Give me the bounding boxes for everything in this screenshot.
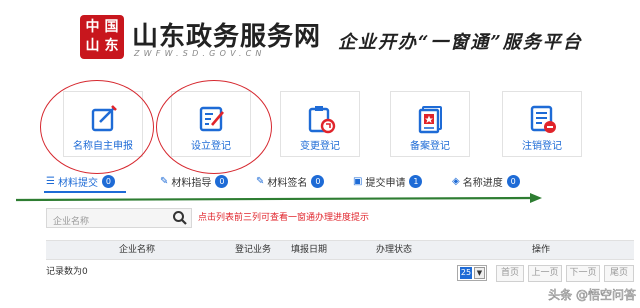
- tab-label: 材料签名: [267, 177, 308, 189]
- column-header: 填报日期: [290, 245, 327, 255]
- record-count: 记录数为0: [46, 267, 88, 277]
- watermark-text: 头条 @悟空问答: [548, 287, 636, 302]
- cancel-registration-icon: [530, 105, 556, 133]
- seal-char: 中: [85, 19, 100, 35]
- count-badge: 0: [101, 174, 115, 188]
- column-header: 企业名称: [118, 245, 155, 255]
- first-page-button[interactable]: 首页: [496, 265, 524, 282]
- search-icon[interactable]: [172, 210, 188, 226]
- card-filing-registration[interactable]: 备案登记: [390, 91, 470, 157]
- tab-label: 名称进度: [462, 177, 503, 189]
- count-badge: 0: [311, 174, 325, 188]
- search-input[interactable]: [47, 213, 175, 231]
- card-cancel-registration[interactable]: 注销登记: [502, 91, 582, 157]
- site-url: ZWFW.SD.GOV.CN: [134, 49, 266, 58]
- seal-char: 东: [104, 38, 119, 54]
- tag-icon: ◈: [452, 175, 460, 187]
- tab-material-submit[interactable]: ☰ 材料提交 0: [46, 173, 115, 189]
- establish-registration-icon: [199, 106, 224, 132]
- search-hint: 点击列表前三列可查看一窗通办理进度提示: [198, 213, 370, 223]
- page-size-select[interactable]: 25 ▼: [457, 265, 487, 281]
- last-page-button[interactable]: 尾页: [604, 265, 634, 282]
- annotation-arrow: [16, 193, 542, 203]
- chevron-down-icon: ▼: [474, 267, 485, 279]
- tab-material-sign[interactable]: ✎ 材料签名 0: [256, 173, 325, 189]
- prev-page-button[interactable]: 上一页: [528, 265, 562, 282]
- tab-name-progress[interactable]: ◈ 名称进度 0: [452, 173, 520, 189]
- seal-char: 国: [104, 19, 119, 35]
- card-label: 备案登记: [410, 141, 450, 152]
- card-name-report[interactable]: 名称自主申报: [63, 91, 143, 157]
- change-registration-icon: [308, 106, 336, 134]
- tab-label: 材料提交: [57, 177, 98, 189]
- platform-slogan: 企业开办“一窗通”服务平台: [338, 32, 583, 53]
- name-report-icon: [91, 105, 117, 132]
- column-header: 办理状态: [375, 245, 412, 255]
- tab-label: 提交申请: [365, 177, 406, 189]
- next-page-button[interactable]: 下一页: [566, 265, 600, 282]
- filing-registration-icon: [418, 106, 442, 134]
- edit-icon: ✎: [160, 175, 169, 187]
- card-label: 名称自主申报: [73, 141, 133, 152]
- site-name[interactable]: 山东政务服务网: [132, 16, 321, 53]
- count-badge: 0: [215, 174, 229, 188]
- count-badge: 1: [409, 174, 423, 188]
- column-header: 操作: [531, 245, 550, 255]
- card-label: 注销登记: [522, 141, 562, 152]
- list-icon: ☰: [46, 175, 55, 187]
- count-badge: 0: [506, 174, 520, 188]
- seal-char: 山: [85, 38, 100, 54]
- sign-icon: ✎: [256, 175, 265, 187]
- briefcase-icon: ▣: [353, 175, 363, 187]
- card-label: 设立登记: [191, 141, 231, 152]
- site-logo-seal: 中 国 山 东: [80, 15, 124, 59]
- page-size-value: 25: [460, 267, 472, 279]
- table-header: 企业名称 登记业务 填报日期 办理状态 操作: [46, 240, 634, 260]
- column-header: 登记业务: [234, 245, 271, 255]
- tab-label: 材料指导: [171, 177, 212, 189]
- card-change-registration[interactable]: 变更登记: [280, 91, 360, 157]
- watermark: 头条 @悟空问答: [548, 287, 636, 303]
- tab-submit-application[interactable]: ▣ 提交申请 1: [353, 173, 423, 189]
- search-box: [46, 208, 192, 231]
- card-label: 变更登记: [300, 141, 340, 152]
- card-establish-registration[interactable]: 设立登记: [171, 91, 251, 157]
- tab-material-guide[interactable]: ✎ 材料指导 0: [160, 173, 229, 189]
